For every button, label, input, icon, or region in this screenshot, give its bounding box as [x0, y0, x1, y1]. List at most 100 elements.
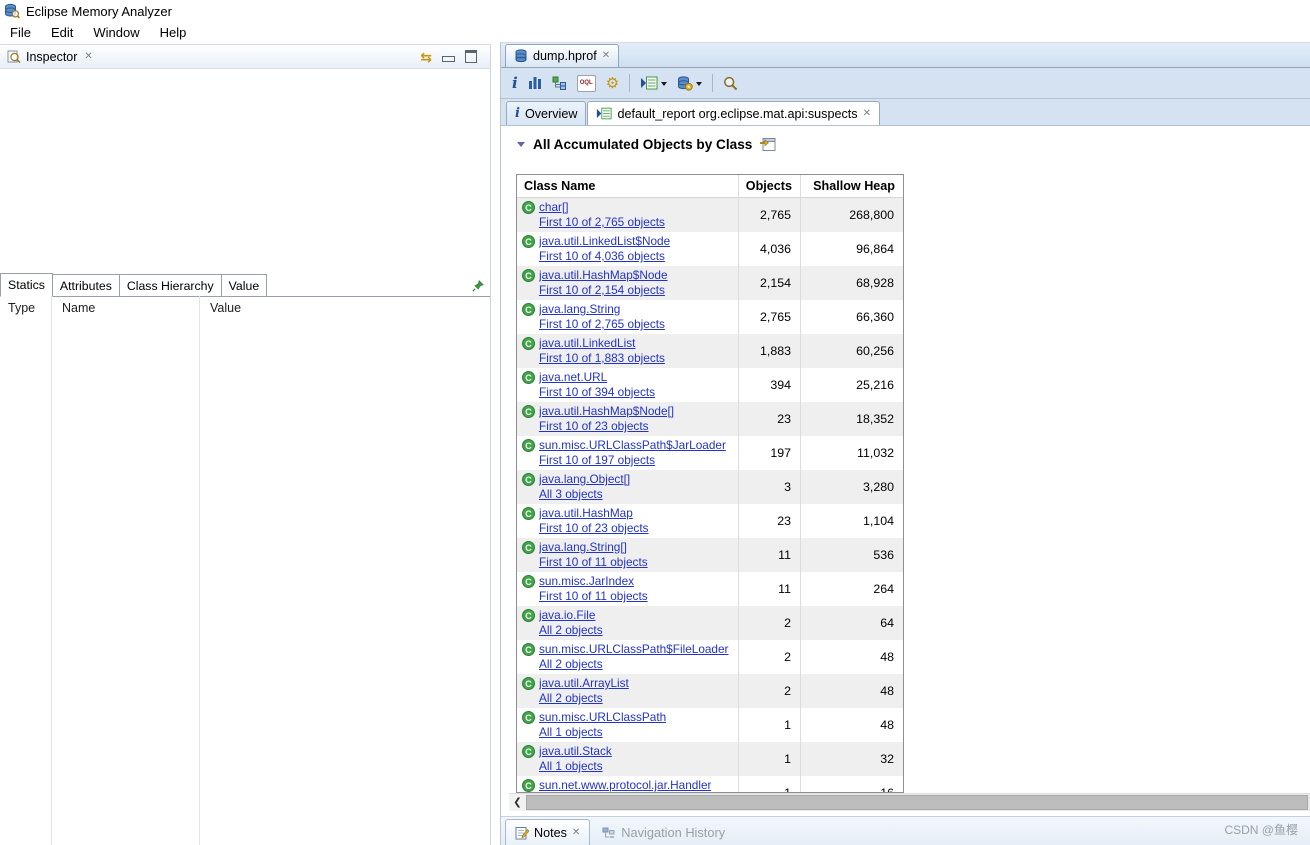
- class-name-link[interactable]: java.util.HashMap: [539, 506, 649, 521]
- tab-default-report[interactable]: default_report org.eclipse.mat.api:suspe…: [587, 101, 880, 125]
- acquire-heap-dump-button[interactable]: [677, 75, 703, 91]
- objects-subset-link[interactable]: All 2 objects: [539, 623, 603, 638]
- table-row[interactable]: C java.lang.String[] First 10 of 11 obje…: [517, 538, 903, 572]
- class-icon: C: [522, 337, 535, 350]
- notes-close-icon[interactable]: ✕: [572, 827, 580, 838]
- objects-subset-link[interactable]: First 10 of 11 objects: [539, 589, 648, 604]
- pin-icon[interactable]: [472, 280, 490, 296]
- class-name-link[interactable]: java.util.ArrayList: [539, 676, 629, 691]
- objects-subset-link[interactable]: First 10 of 1,883 objects: [539, 351, 665, 366]
- table-row[interactable]: C sun.misc.URLClassPath$JarLoader First …: [517, 436, 903, 470]
- collapse-twistie-icon[interactable]: [517, 142, 525, 147]
- table-row[interactable]: C sun.misc.URLClassPath$FileLoader All 2…: [517, 640, 903, 674]
- scroll-left-arrow-icon[interactable]: ❮: [509, 794, 526, 811]
- run-report-button[interactable]: [640, 76, 668, 90]
- table-row[interactable]: C sun.misc.JarIndex First 10 of 11 objec…: [517, 572, 903, 606]
- class-name-link[interactable]: java.lang.String: [539, 302, 665, 317]
- class-name-link[interactable]: java.util.LinkedList: [539, 336, 665, 351]
- objects-subset-link[interactable]: First 10 of 23 objects: [539, 521, 649, 536]
- table-row[interactable]: C java.util.ArrayList All 2 objects 2 48: [517, 674, 903, 708]
- header-class-name[interactable]: Class Name: [517, 175, 738, 197]
- oql-button[interactable]: OQL: [576, 74, 596, 92]
- class-name-link[interactable]: sun.misc.URLClassPath: [539, 710, 666, 725]
- class-name-link[interactable]: sun.misc.JarIndex: [539, 574, 648, 589]
- table-row[interactable]: C java.util.LinkedList First 10 of 1,883…: [517, 334, 903, 368]
- column-type[interactable]: Type: [0, 301, 51, 315]
- tab-attributes[interactable]: Attributes: [51, 274, 120, 296]
- editor-tab-close-icon[interactable]: ✕: [602, 51, 610, 61]
- objects-subset-link[interactable]: All 2 objects: [539, 657, 729, 672]
- class-name-link[interactable]: java.util.HashMap$Node[]: [539, 404, 674, 419]
- tab-notes[interactable]: Notes ✕: [505, 819, 591, 845]
- class-name-link[interactable]: java.lang.Object[]: [539, 472, 630, 487]
- column-name[interactable]: Name: [51, 301, 199, 315]
- objects-subset-link[interactable]: First 10 of 4,036 objects: [539, 249, 670, 264]
- table-row[interactable]: C java.lang.String First 10 of 2,765 obj…: [517, 300, 903, 334]
- expert-system-test-button[interactable]: ⚙: [606, 76, 619, 91]
- menu-edit[interactable]: Edit: [41, 23, 83, 42]
- objects-subset-link[interactable]: First 10 of 23 objects: [539, 419, 674, 434]
- open-in-table-icon[interactable]: [760, 137, 776, 152]
- class-name-link[interactable]: sun.misc.URLClassPath$FileLoader: [539, 642, 729, 657]
- table-row[interactable]: C sun.misc.URLClassPath All 1 objects 1 …: [517, 708, 903, 742]
- class-name-link[interactable]: sun.net.www.protocol.jar.Handler: [539, 778, 711, 792]
- dropdown-arrow-icon[interactable]: [696, 81, 703, 86]
- objects-subset-link[interactable]: All 1 objects: [539, 759, 612, 774]
- tab-navigation-history[interactable]: Navigation History: [602, 825, 725, 845]
- class-name-link[interactable]: sun.misc.URLClassPath$JarLoader: [539, 438, 726, 453]
- table-row[interactable]: C java.util.HashMap First 10 of 23 objec…: [517, 504, 903, 538]
- tab-overview[interactable]: i Overview: [506, 101, 587, 125]
- shallow-heap-value: 60,256: [800, 334, 903, 368]
- scrollbar-thumb[interactable]: [526, 795, 1308, 810]
- header-objects[interactable]: Objects: [738, 175, 800, 197]
- objects-subset-link[interactable]: All 3 objects: [539, 487, 630, 502]
- table-row[interactable]: C java.util.HashMap$Node First 10 of 2,1…: [517, 266, 903, 300]
- objects-subset-link[interactable]: All 2 objects: [539, 691, 629, 706]
- bottom-view-bar: Notes ✕ Navigation History CSDN @鱼樱: [501, 816, 1310, 845]
- objects-subset-link[interactable]: First 10 of 2,154 objects: [539, 283, 668, 298]
- class-name-link[interactable]: java.util.HashMap$Node: [539, 268, 668, 283]
- table-row[interactable]: C java.util.LinkedList$Node First 10 of …: [517, 232, 903, 266]
- objects-subset-link[interactable]: All 1 objects: [539, 725, 666, 740]
- shallow-heap-value: 68,928: [800, 266, 903, 300]
- objects-subset-link[interactable]: First 10 of 2,765 objects: [539, 215, 665, 230]
- menu-help[interactable]: Help: [150, 23, 197, 42]
- column-value[interactable]: Value: [199, 301, 490, 315]
- overview-info-button[interactable]: i: [512, 75, 518, 91]
- table-row[interactable]: C char[] First 10 of 2,765 objects 2,765…: [517, 198, 903, 232]
- editor-tab-dump-hprof[interactable]: dump.hprof ✕: [505, 44, 620, 67]
- dropdown-arrow-icon[interactable]: [661, 81, 668, 86]
- class-name-link[interactable]: char[]: [539, 200, 665, 215]
- table-row[interactable]: C java.lang.Object[] All 3 objects 3 3,2…: [517, 470, 903, 504]
- objects-subset-link[interactable]: First 10 of 11 objects: [539, 555, 648, 570]
- maximize-view-icon[interactable]: [465, 50, 477, 63]
- menu-window[interactable]: Window: [83, 23, 149, 42]
- objects-subset-link[interactable]: First 10 of 394 objects: [539, 385, 655, 400]
- horizontal-scrollbar[interactable]: ❮: [509, 793, 1310, 811]
- minimize-view-icon[interactable]: [442, 56, 455, 62]
- class-name-link[interactable]: java.lang.String[]: [539, 540, 648, 555]
- class-name-link[interactable]: java.util.Stack: [539, 744, 612, 759]
- tab-value[interactable]: Value: [220, 274, 268, 296]
- tab-close-icon[interactable]: ✕: [863, 108, 871, 119]
- inspector-close-icon[interactable]: ✕: [84, 51, 92, 62]
- menu-file[interactable]: File: [0, 23, 41, 42]
- objects-subset-link[interactable]: First 10 of 197 objects: [539, 453, 726, 468]
- table-row[interactable]: C java.io.File All 2 objects 2 64: [517, 606, 903, 640]
- shallow-heap-value: 96,864: [800, 232, 903, 266]
- class-name-link[interactable]: java.io.File: [539, 608, 603, 623]
- table-row[interactable]: C sun.net.www.protocol.jar.Handler All 1…: [517, 776, 903, 792]
- class-name-link[interactable]: java.net.URL: [539, 370, 655, 385]
- search-button[interactable]: [723, 76, 738, 91]
- tab-statics[interactable]: Statics: [0, 273, 53, 297]
- header-shallow-heap[interactable]: Shallow Heap: [800, 175, 903, 197]
- table-row[interactable]: C java.util.Stack All 1 objects 1 32: [517, 742, 903, 776]
- dominator-tree-button[interactable]: [552, 76, 567, 90]
- table-row[interactable]: C java.net.URL First 10 of 394 objects 3…: [517, 368, 903, 402]
- objects-subset-link[interactable]: First 10 of 2,765 objects: [539, 317, 665, 332]
- link-with-snapshot-icon[interactable]: ⇆: [420, 50, 432, 64]
- histogram-button[interactable]: [528, 76, 542, 90]
- class-name-link[interactable]: java.util.LinkedList$Node: [539, 234, 670, 249]
- table-row[interactable]: C java.util.HashMap$Node[] First 10 of 2…: [517, 402, 903, 436]
- tab-class-hierarchy[interactable]: Class Hierarchy: [118, 274, 222, 296]
